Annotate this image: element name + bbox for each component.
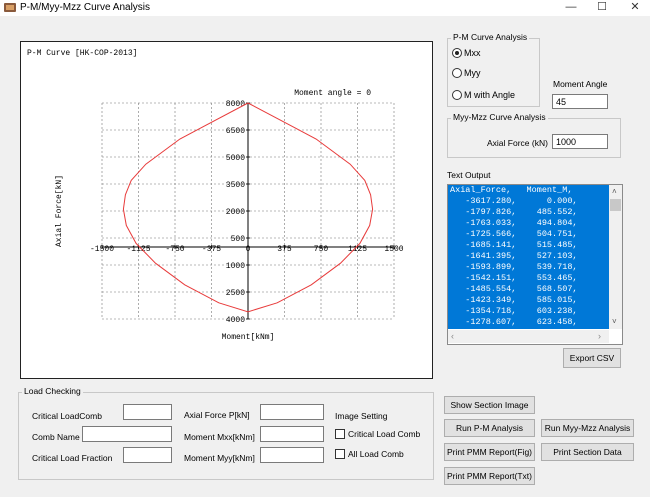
critical-load-fraction-label: Critical Load Fraction <box>32 453 113 463</box>
radio-mxx[interactable]: Mxx <box>452 48 481 58</box>
axial-force-p-input[interactable] <box>260 404 324 420</box>
pm-curve-plot: -1500 -1125 -750 -375 0 375 750 1125 1500 8000 650… <box>20 41 433 379</box>
comb-name-input[interactable] <box>82 426 172 442</box>
scroll-up-icon[interactable]: ˄ <box>612 187 617 196</box>
app-icon <box>4 3 16 12</box>
text-output-line: -1725.566, 504.751, <box>450 229 578 239</box>
y-tick-label: 2500 <box>226 289 245 298</box>
close-button[interactable]: ✕ <box>620 0 650 16</box>
comb-name-label: Comb Name <box>32 432 80 442</box>
print-pmm-report-fig-button[interactable]: Print PMM Report(Fig) <box>444 443 535 461</box>
scroll-down-icon[interactable]: ˅ <box>612 317 617 326</box>
scroll-thumb[interactable] <box>610 199 621 211</box>
moment-angle-input[interactable]: 45 <box>552 94 608 109</box>
run-pm-analysis-button[interactable]: Run P-M Analysis <box>444 419 535 437</box>
load-checking-title: Load Checking <box>22 386 83 396</box>
print-section-data-button[interactable]: Print Section Data <box>541 443 634 461</box>
x-tick-label: 375 <box>277 245 292 254</box>
plot-title: P-M Curve [HK-COP-2013] <box>27 49 137 58</box>
x-tick-label: -375 <box>202 245 221 254</box>
y-tick-label: 2000 <box>226 208 245 217</box>
moment-angle-label: Moment Angle <box>553 79 608 89</box>
window-title: P-M/Myy-Mzz Curve Analysis <box>20 2 151 13</box>
pm-curve-chart: -1500 -1125 -750 -375 0 375 750 1125 15008000650… <box>27 49 404 342</box>
axial-force-p-label: Axial Force P[kN] <box>184 410 250 420</box>
radio-mxx-label: Mxx <box>464 48 481 58</box>
moment-myy-input[interactable] <box>260 447 324 463</box>
text-output-line: -3617.280, 0.000, <box>450 196 578 206</box>
moment-angle-annotation: Moment angle = 0 <box>294 89 371 98</box>
show-section-image-button[interactable]: Show Section Image <box>444 396 535 414</box>
print-pmm-report-txt-button[interactable]: Print PMM Report(Txt) <box>444 467 535 485</box>
radio-m-with-angle-label: M with Angle <box>464 90 516 100</box>
moment-mxx-label: Moment Mxx[kNm] <box>184 432 255 442</box>
axial-force-label: Axial Force (kN) <box>487 138 548 148</box>
maximize-button[interactable]: ☐ <box>587 0 617 16</box>
critical-load-fraction-input[interactable] <box>123 447 172 463</box>
y-tick-label: 6500 <box>226 127 245 136</box>
critical-loadcomb-label: Critical LoadComb <box>32 411 102 421</box>
critical-loadcomb-input[interactable] <box>123 404 172 420</box>
y-axis-label: Axial Force[kN] <box>55 175 64 247</box>
text-output-line: -1354.718, 603.238, <box>450 306 578 316</box>
pm-analysis-group-title: P-M Curve Analysis <box>451 32 530 42</box>
run-myy-mzz-analysis-button[interactable]: Run Myy-Mzz Analysis <box>541 419 634 437</box>
x-tick-label: 1500 <box>384 245 403 254</box>
x-axis-label: Moment[kNm] <box>222 333 275 342</box>
text-output-line: -1763.033, 494.804, <box>450 218 578 228</box>
text-output-line: -1278.607, 623.458, <box>450 317 578 327</box>
text-output-line: Axial_Force, Moment_M, <box>450 185 573 195</box>
text-output-line: -1485.554, 568.507, <box>450 284 578 294</box>
all-load-comb-checkbox-label: All Load Comb <box>348 449 404 459</box>
image-setting-label: Image Setting <box>335 411 388 421</box>
all-load-comb-checkbox-box[interactable] <box>335 449 345 459</box>
y-tick-label: 500 <box>231 235 246 244</box>
text-output-vertical-scrollbar[interactable]: ˄ ˅ <box>609 185 622 329</box>
critical-load-comb-checkbox-box[interactable] <box>335 429 345 439</box>
y-tick-label: 8000 <box>226 100 245 109</box>
y-tick-label: 4000 <box>226 316 245 325</box>
radio-myy[interactable]: Myy <box>452 68 481 78</box>
radio-m-with-angle-dot[interactable] <box>452 90 462 100</box>
axial-force-input[interactable]: 1000 <box>552 134 608 149</box>
text-output-line: -1641.395, 527.103, <box>450 251 578 261</box>
scroll-left-icon[interactable]: ‹ <box>451 331 454 341</box>
text-output-label: Text Output <box>447 170 491 180</box>
x-tick-label: -750 <box>165 245 184 254</box>
text-output-line: -1685.141, 515.485, <box>450 240 578 250</box>
radio-myy-label: Myy <box>464 68 481 78</box>
x-tick-label: 750 <box>314 245 329 254</box>
all-load-comb-checkbox[interactable]: All Load Comb <box>335 449 404 459</box>
x-tick-label: -1500 <box>90 245 114 254</box>
text-output-line: -1423.349, 585.015, <box>450 295 578 305</box>
y-tick-label: 5000 <box>226 154 245 163</box>
text-output-horizontal-scrollbar[interactable]: ‹ › <box>448 330 609 343</box>
text-output-line: -1593.899, 539.718, <box>450 262 578 272</box>
y-tick-label: 3500 <box>226 181 245 190</box>
text-output-line: -1542.151, 553.465, <box>450 273 578 283</box>
export-csv-button[interactable]: Export CSV <box>563 348 621 368</box>
minimize-button[interactable]: — <box>556 0 586 16</box>
radio-mxx-dot[interactable] <box>452 48 462 58</box>
critical-load-comb-checkbox-label: Critical Load Comb <box>348 429 421 439</box>
critical-load-comb-checkbox[interactable]: Critical Load Comb <box>335 429 420 439</box>
radio-m-with-angle[interactable]: M with Angle <box>452 90 515 100</box>
myy-analysis-group-title: Myy-Mzz Curve Analysis <box>451 112 548 122</box>
x-tick-label: 0 <box>246 245 251 254</box>
y-tick-label: 1000 <box>226 262 245 271</box>
text-output-content[interactable]: Axial_Force, Moment_M, -3617.280, 0.000,… <box>448 185 610 329</box>
moment-myy-label: Moment Myy[kNm] <box>184 453 255 463</box>
moment-mxx-input[interactable] <box>260 426 324 442</box>
text-output-line: -1797.826, 485.552, <box>450 207 578 217</box>
radio-myy-dot[interactable] <box>452 68 462 78</box>
scroll-right-icon[interactable]: › <box>598 331 601 341</box>
